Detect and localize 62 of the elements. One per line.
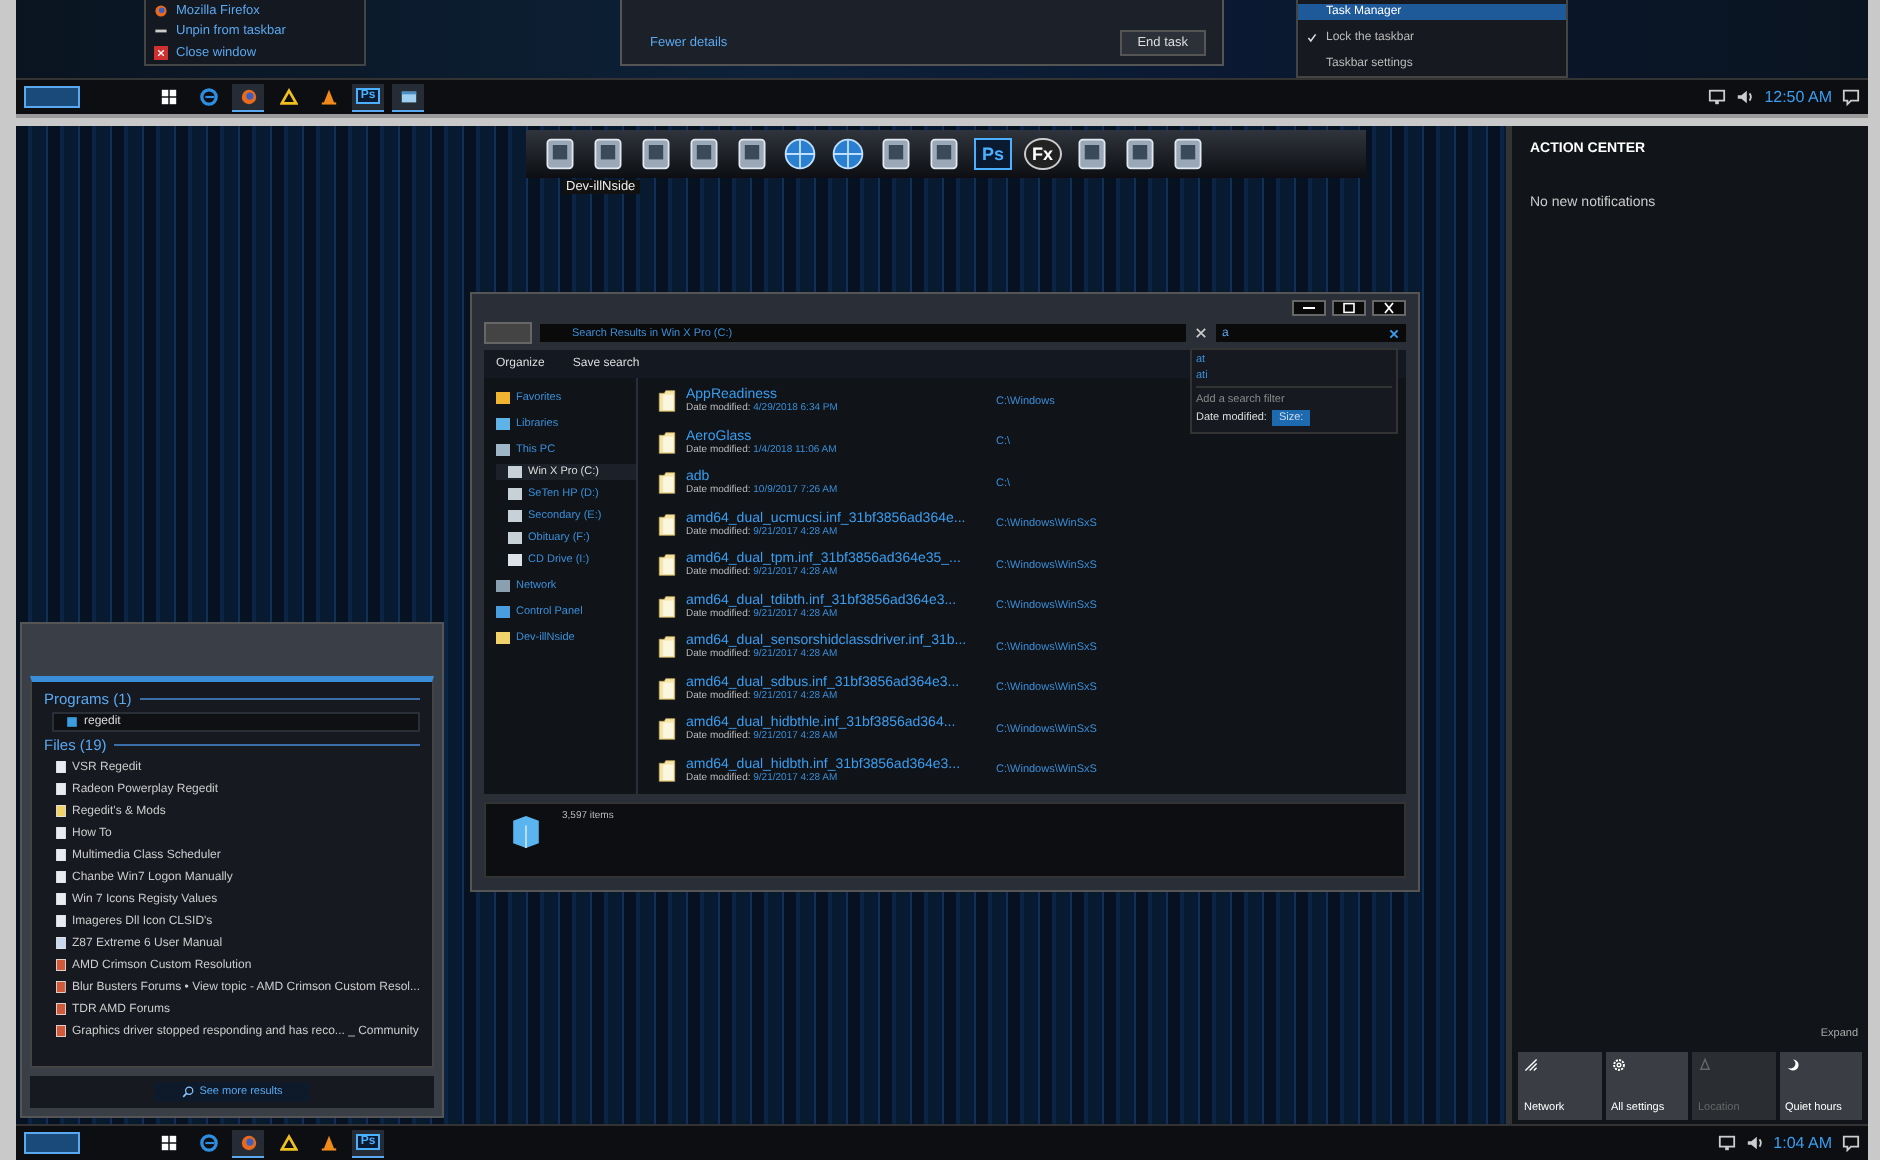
app-icon[interactable] (686, 136, 722, 172)
window-icon[interactable] (399, 87, 417, 105)
volume-icon[interactable] (1745, 1134, 1764, 1152)
close-icon (154, 46, 168, 61)
checkmark-icon (1306, 31, 1318, 44)
triangle-icon[interactable] (279, 1133, 297, 1151)
traffic-cone-icon[interactable] (319, 87, 337, 105)
browser-globe-icon[interactable] (239, 87, 257, 105)
folder-icon (658, 716, 676, 743)
browser-globe-icon[interactable] (239, 1133, 257, 1151)
folder-icon (658, 675, 676, 702)
browser-globe-icon (154, 3, 168, 18)
start-button[interactable] (24, 1132, 80, 1154)
search-icon (181, 1086, 194, 1098)
browser-e-icon[interactable] (199, 87, 217, 105)
folder-icon (658, 757, 676, 784)
clock[interactable]: 1:04 AM (1773, 1134, 1832, 1152)
location-icon (1698, 1058, 1712, 1072)
notification-icon[interactable] (1842, 1134, 1860, 1152)
app-icon[interactable] (638, 136, 674, 172)
taskbar-app-button[interactable] (232, 1129, 264, 1157)
browser-e-icon[interactable] (199, 1133, 217, 1151)
app-icon[interactable] (734, 136, 770, 172)
traffic-cone-icon[interactable] (319, 1133, 337, 1151)
taskbar-app-button[interactable] (392, 83, 424, 111)
app-icon[interactable] (1121, 136, 1158, 172)
settings-icon (1611, 1058, 1625, 1072)
signal-icon (1524, 1058, 1538, 1072)
registry-icon (66, 716, 78, 728)
windows-icon[interactable] (159, 1133, 177, 1151)
close-icon[interactable] (1372, 300, 1406, 316)
folder-icon (658, 388, 676, 415)
monitor-icon[interactable] (1708, 88, 1727, 106)
app-icon[interactable] (1169, 136, 1206, 172)
globe-icon[interactable] (782, 136, 818, 172)
app-icon[interactable] (878, 136, 914, 172)
app-icon[interactable] (1073, 136, 1110, 172)
folder-icon (658, 552, 676, 579)
minimize-icon[interactable] (1292, 300, 1326, 316)
folder-icon (658, 511, 676, 538)
folder-icon (658, 470, 676, 497)
folder-icon (658, 634, 676, 661)
app-icon[interactable] (542, 136, 578, 172)
app-icon[interactable] (926, 136, 962, 172)
start-button[interactable] (24, 86, 80, 108)
monitor-icon[interactable] (1717, 1134, 1736, 1152)
clear-icon[interactable] (1388, 327, 1400, 339)
app-icon[interactable]: Fx (1024, 138, 1062, 170)
folder-icon (658, 429, 676, 456)
cube-icon (510, 814, 542, 850)
folder-icon (658, 593, 676, 620)
triangle-icon[interactable] (279, 87, 297, 105)
maximize-icon[interactable] (1332, 300, 1366, 316)
notification-icon[interactable] (1842, 88, 1860, 106)
globe-icon[interactable] (830, 136, 866, 172)
taskbar-app-button[interactable] (232, 83, 264, 111)
moon-icon (1785, 1058, 1799, 1072)
clock[interactable]: 12:50 AM (1764, 88, 1832, 106)
windows-icon[interactable] (159, 87, 177, 105)
volume-icon[interactable] (1736, 88, 1755, 106)
app-icon[interactable] (590, 136, 626, 172)
app-icon[interactable]: Ps (974, 138, 1013, 170)
